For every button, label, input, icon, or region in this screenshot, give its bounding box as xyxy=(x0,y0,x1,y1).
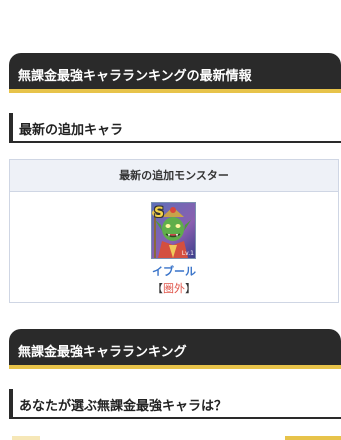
rank-badge: S xyxy=(154,205,165,221)
vote-title: あなたが選ぶ無課金最強キャラは？ xyxy=(19,399,228,414)
latest-info-section-bar: 無課金最強キャラランキングの最新情報 xyxy=(9,53,341,93)
vote-heading: あなたが選ぶ無課金最強キャラは？ xyxy=(9,389,341,419)
latest-added-title: 最新の追加キャラ xyxy=(19,123,124,138)
latest-monster-box: 最新の追加モンスター S Lv.1 イブール 【圏外】 xyxy=(9,159,339,303)
level-tag: Lv.1 xyxy=(181,250,194,257)
ranking-section-bar: 無課金最強キャラランキング xyxy=(9,329,341,369)
status-text: 圏外 xyxy=(163,282,185,295)
ranking-title: 無課金最強キャラランキング xyxy=(18,345,187,360)
monster-portrait-icon[interactable]: S Lv.1 xyxy=(151,202,196,259)
latest-info-title: 無課金最強キャラランキングの最新情報 xyxy=(18,69,252,84)
status-bracket-close: 】 xyxy=(185,282,196,295)
monster-name-link[interactable]: イブール xyxy=(10,263,338,279)
vote-button-peek[interactable] xyxy=(285,436,341,440)
status-bracket-open: 【 xyxy=(152,282,163,295)
monster-status: 【圏外】 xyxy=(10,280,338,296)
monster-box-header: 最新の追加モンスター xyxy=(10,160,338,192)
vote-option-peek[interactable] xyxy=(12,436,40,440)
latest-added-heading: 最新の追加キャラ xyxy=(9,113,341,143)
